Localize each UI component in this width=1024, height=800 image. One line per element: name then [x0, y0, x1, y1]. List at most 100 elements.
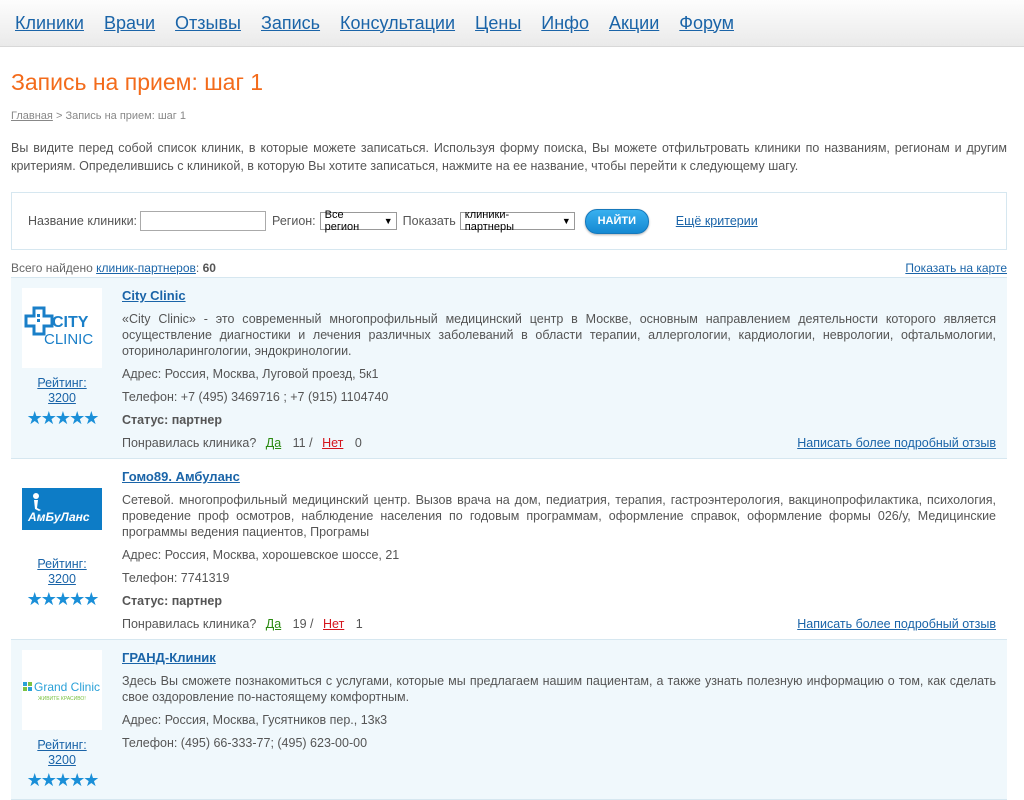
intro-text: Вы видите перед собой список клиник, в к…: [11, 141, 1007, 173]
clinic-status: Статус: партнер: [122, 594, 222, 608]
grand-clinic-logo: Grand Clinic ЖИВИТЕ КРАСИВО!: [23, 680, 100, 702]
breadcrumb: Главная > Запись на прием: шаг 1: [11, 110, 1007, 122]
clinic-side: Grand Clinic ЖИВИТЕ КРАСИВО! Рейтинг: 32…: [22, 650, 102, 791]
rating-value[interactable]: 3200: [48, 391, 76, 405]
clinic-description: «City Clinic» - это современный многопро…: [122, 312, 996, 358]
nav-forum[interactable]: Форум: [679, 13, 734, 34]
clinic-name-link[interactable]: City Clinic: [122, 288, 186, 303]
region-select[interactable]: Все регион ▼: [319, 209, 397, 233]
clinic-logo[interactable]: АмБуЛанс: [22, 469, 102, 549]
show-label: Показать: [402, 214, 456, 228]
clinic-info: ГРАНД-Клиник Здесь Вы сможете познакомит…: [122, 650, 996, 791]
clinic-info: City Clinic «City Clinic» - это современ…: [122, 288, 996, 450]
rating-stars-icon: ★★★★★: [26, 770, 100, 790]
clinic-phone: Телефон: +7 (495) 3469716 ; +7 (915) 110…: [122, 390, 389, 404]
breadcrumb-home[interactable]: Главная: [11, 110, 53, 122]
show-on-map-link[interactable]: Показать на карте: [905, 261, 1007, 275]
vote-no-link[interactable]: Нет: [323, 617, 344, 631]
clinic-info: Гомо89. Амбуланс Сетевой. многопрофильны…: [122, 469, 996, 631]
search-form: Название клиники: Регион: Все регион ▼ П…: [11, 192, 1007, 250]
vote-group: Понравилась клиника? Да 11 / Нет 0: [122, 436, 362, 450]
rating-value[interactable]: 3200: [48, 753, 76, 767]
nav-promotions[interactable]: Акции: [609, 13, 659, 34]
yes-count: 19 /: [292, 617, 314, 631]
clinic-rating: Рейтинг: 3200: [22, 557, 102, 587]
rating-label[interactable]: Рейтинг:: [37, 557, 86, 571]
nav-clinics[interactable]: Клиники: [15, 13, 84, 34]
results-number: 60: [202, 261, 216, 275]
region-select-value: Все регион: [324, 209, 360, 233]
liked-label: Понравилась клиника?: [122, 617, 257, 631]
region-label: Регион:: [272, 214, 316, 228]
clinic-phone: Телефон: (495) 66-333-77; (495) 623-00-0…: [122, 736, 368, 750]
rating-stars-icon: ★★★★★: [26, 408, 100, 428]
nav-doctors[interactable]: Врачи: [104, 13, 155, 34]
clinic-description: Сетевой. многопрофильный медицинский цен…: [122, 493, 996, 539]
clinic-logo[interactable]: CITY CLINIC: [22, 288, 102, 368]
page-content: Запись на прием: шаг 1 Главная > Запись …: [0, 69, 1024, 800]
clinic-rating: Рейтинг: 3200: [22, 738, 102, 768]
write-review-link[interactable]: Написать более подробный отзыв: [797, 617, 996, 631]
results-count: Всего найдено клиник-партнеров: 60: [11, 261, 216, 275]
clinic-address: Адрес: Россия, Москва, Гусятников пер., …: [122, 713, 388, 727]
vote-yes-link[interactable]: Да: [266, 436, 281, 450]
clinic-side: CITY CLINIC Рейтинг: 3200 ★★★★★: [22, 288, 102, 450]
nav-reviews[interactable]: Отзывы: [175, 13, 241, 34]
clinic-name-link[interactable]: ГРАНД-Клиник: [122, 650, 216, 665]
clinic-list: CITY CLINIC Рейтинг: 3200 ★★★★★ City Cli…: [11, 277, 1007, 800]
logo-text-2: ЖИВИТЕ КРАСИВО!: [38, 696, 86, 702]
nav-appointment[interactable]: Запись: [261, 13, 320, 34]
more-criteria-link[interactable]: Ещё критерии: [676, 214, 758, 228]
vote-group: Понравилась клиника? Да 19 / Нет 1: [122, 617, 363, 631]
logo-text-1: АмБуЛанс: [27, 510, 90, 524]
no-count: 0: [354, 436, 362, 450]
rating-stars-icon: ★★★★★: [26, 589, 100, 609]
clinic-name-label: Название клиники:: [28, 214, 138, 228]
rating-label[interactable]: Рейтинг:: [37, 738, 86, 752]
clinic-name-input[interactable]: [140, 211, 267, 231]
breadcrumb-separator: >: [55, 110, 63, 122]
clinic-vote-row: Понравилась клиника? Да 11 / Нет 0 Напис…: [122, 436, 996, 450]
no-count: 1: [355, 617, 363, 631]
find-button[interactable]: НАЙТИ: [584, 208, 649, 234]
vote-no-link[interactable]: Нет: [322, 436, 343, 450]
clinic-card: Grand Clinic ЖИВИТЕ КРАСИВО! Рейтинг: 32…: [11, 640, 1007, 800]
clinic-phone: Телефон: 7741319: [122, 571, 230, 585]
write-review-link[interactable]: Написать более подробный отзыв: [797, 436, 996, 450]
yes-count: 11 /: [292, 436, 313, 450]
clinic-name-link[interactable]: Гомо89. Амбуланс: [122, 469, 240, 484]
nav-consultations[interactable]: Консультации: [340, 13, 455, 34]
clinic-vote-row: Понравилась клиника? Да 19 / Нет 1 Напис…: [122, 617, 996, 631]
clinic-card: CITY CLINIC Рейтинг: 3200 ★★★★★ City Cli…: [11, 278, 1007, 459]
results-prefix: Всего найдено: [11, 261, 93, 275]
chevron-down-icon: ▼: [561, 216, 571, 226]
page-title: Запись на прием: шаг 1: [11, 69, 264, 95]
clinic-card: АмБуЛанс Рейтинг: 3200 ★★★★★ Гомо89. Амб…: [11, 459, 1007, 640]
logo-text-1: Grand Clinic: [34, 680, 100, 694]
ambulance-logo: АмБуЛанс: [22, 488, 102, 530]
chevron-down-icon: ▼: [383, 216, 393, 226]
clinic-description: Здесь Вы сможете познакомиться с услугам…: [122, 674, 996, 704]
clinic-side: АмБуЛанс Рейтинг: 3200 ★★★★★: [22, 469, 102, 631]
clinic-logo[interactable]: Grand Clinic ЖИВИТЕ КРАСИВО!: [22, 650, 102, 730]
rating-label[interactable]: Рейтинг:: [37, 376, 86, 390]
show-select[interactable]: клиники-партнеры ▼: [459, 209, 575, 233]
show-select-value: клиники-партнеры: [464, 209, 515, 233]
results-colon: :: [195, 261, 200, 275]
clinic-address: Адрес: Россия, Москва, хорошевское шоссе…: [122, 548, 400, 562]
nav-prices[interactable]: Цены: [475, 13, 521, 34]
breadcrumb-current: Запись на прием: шаг 1: [65, 110, 186, 122]
nav-info[interactable]: Инфо: [541, 13, 589, 34]
clinic-status: Статус: партнер: [122, 413, 222, 427]
rating-value[interactable]: 3200: [48, 572, 76, 586]
top-navigation: Клиники Врачи Отзывы Запись Консультации…: [0, 0, 1024, 47]
clinic-address: Адрес: Россия, Москва, Луговой проезд, 5…: [122, 367, 379, 381]
liked-label: Понравилась клиника?: [122, 436, 257, 450]
results-summary: Всего найдено клиник-партнеров: 60 Показ…: [11, 261, 1007, 275]
partner-clinics-link[interactable]: клиник-партнеров: [96, 261, 196, 275]
logo-text-2: CLINIC: [44, 331, 93, 348]
logo-text-1: CITY: [52, 314, 89, 331]
city-clinic-logo: CITY CLINIC: [24, 306, 93, 348]
clinic-rating: Рейтинг: 3200: [22, 376, 102, 406]
vote-yes-link[interactable]: Да: [266, 617, 281, 631]
